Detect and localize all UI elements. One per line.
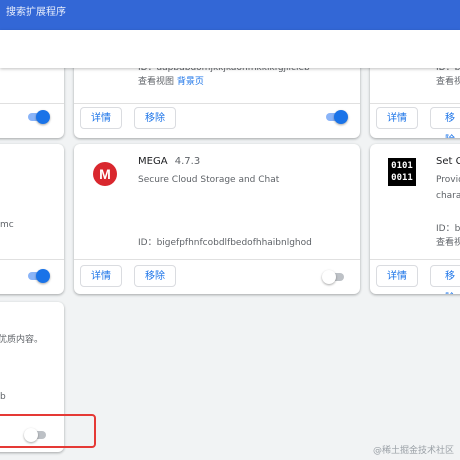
extension-card-row2-left: mc	[0, 144, 64, 294]
enable-toggle[interactable]	[324, 110, 348, 124]
extension-description-partial: chara	[436, 191, 460, 201]
extension-description-partial: Provid	[436, 175, 460, 185]
extension-id: ID：bigefpfhnfcobdlfbedofhhaibnlghod	[138, 238, 312, 248]
remove-button[interactable]: 移除	[430, 107, 460, 138]
enable-toggle[interactable]	[26, 110, 50, 124]
extension-id-partial: b	[0, 392, 6, 402]
details-button[interactable]: 详情	[80, 107, 122, 129]
extension-id-partial: ID：b	[436, 224, 460, 234]
header-title: 搜索扩展程序	[6, 7, 66, 18]
card-divider	[0, 103, 64, 104]
card-divider	[370, 259, 460, 260]
background-page-link[interactable]: 背景页	[177, 77, 204, 87]
card-divider	[74, 103, 360, 104]
inspect-views-partial: 查看视	[436, 238, 460, 248]
enable-toggle[interactable]	[322, 270, 346, 284]
details-button[interactable]: 详情	[376, 265, 418, 287]
mega-logo: M	[93, 162, 117, 186]
details-button[interactable]: 详情	[376, 107, 418, 129]
extension-version: 4.7.3	[174, 156, 201, 167]
header-bar: 搜索扩展程序	[0, 0, 460, 30]
binary-logo: 0101 0011	[388, 158, 416, 186]
watermark: @稀土掘金技术社区	[372, 446, 454, 456]
extension-card-row2-right: 0101 0011 Set Cl Provid chara ID：b 查看视 详…	[370, 144, 460, 294]
search-strip[interactable]	[0, 30, 460, 68]
extension-card-mega: M MEGA 4.7.3 Secure Cloud Storage and Ch…	[74, 144, 360, 294]
details-button[interactable]: 详情	[80, 265, 122, 287]
card-divider	[0, 259, 64, 260]
remove-button[interactable]: 移除	[430, 265, 460, 294]
highlight-box	[0, 414, 96, 448]
remove-button[interactable]: 移除	[134, 265, 176, 287]
extension-name: MEGA	[138, 156, 168, 167]
extension-description: Secure Cloud Storage and Chat	[138, 175, 280, 185]
inspect-views-partial: 查看视	[436, 77, 460, 87]
inspect-views-label: 查看视图 背景页	[138, 77, 204, 87]
remove-button[interactable]: 移除	[134, 107, 176, 129]
card-partial-text: mc	[0, 220, 14, 230]
extension-description-partial: 优质内容。	[0, 335, 44, 345]
extension-title: MEGA 4.7.3	[138, 156, 200, 167]
card-divider	[74, 259, 360, 260]
card-divider	[370, 103, 460, 104]
enable-toggle[interactable]	[26, 269, 50, 283]
extension-name-partial: Set Cl	[436, 156, 460, 167]
